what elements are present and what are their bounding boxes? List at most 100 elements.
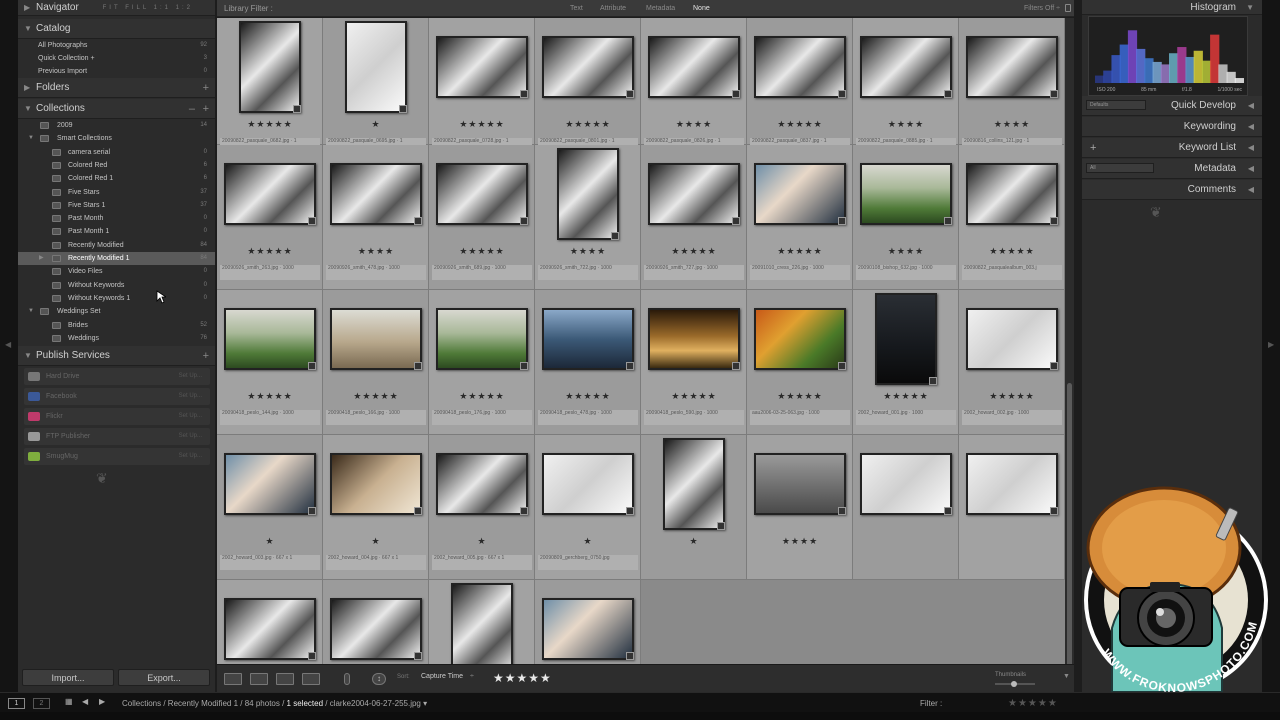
photo-thumbnail[interactable] [330, 163, 422, 225]
back-arrow-icon[interactable]: ◀ [82, 697, 88, 706]
photo-rating[interactable]: ★★★★★ [323, 391, 429, 402]
photo-thumbnail[interactable] [663, 438, 725, 530]
photo-cell[interactable]: ★ 2002_howard_004.jpg · 667 x 1 [323, 435, 429, 580]
photo-cell[interactable]: ★★★★★ 20090822_pasquale_0682.jpg · 1 [217, 18, 323, 145]
photo-thumbnail[interactable] [542, 308, 634, 370]
navigator-header[interactable]: ▶ Navigator FIT FILL 1:1 1:2 [18, 0, 215, 16]
photo-cell[interactable]: ★★★★★ 20090926_smith_689.jpg · 1000 [429, 145, 535, 290]
filmstrip-thumbnails[interactable] [0, 712, 1280, 720]
publish-service[interactable]: FTP Publisher Set Up... [24, 428, 210, 445]
source-breadcrumb[interactable]: Collections / Recently Modified 1 / 84 p… [122, 699, 427, 708]
compare-view-icon[interactable] [276, 673, 294, 685]
sort-dropdown-arrow-icon[interactable]: ÷ [470, 673, 474, 680]
photo-cell[interactable]: ★★★★★ 20090822_pasquale_0837.jpg · 1 [747, 18, 853, 145]
photo-rating[interactable]: ★★★★★ [853, 391, 959, 402]
publish-service[interactable]: Flickr Set Up... [24, 408, 210, 425]
collection-item[interactable]: Five Stars 1 37 [18, 199, 215, 212]
sort-direction-icon[interactable]: ↕ [372, 673, 386, 685]
photo-thumbnail[interactable] [330, 453, 422, 515]
photo-cell[interactable] [429, 580, 535, 664]
photo-thumbnail[interactable] [436, 36, 528, 98]
photo-thumbnail[interactable] [451, 583, 513, 664]
photo-thumbnail[interactable] [542, 453, 634, 515]
photo-rating[interactable]: ★★★★ [641, 119, 747, 130]
publish-service[interactable]: Facebook Set Up... [24, 388, 210, 405]
quick-develop-preset-dropdown[interactable]: Defaults [1086, 100, 1146, 110]
photo-thumbnail[interactable] [224, 308, 316, 370]
left-edge[interactable]: ◀ [0, 0, 18, 692]
publish-setup-link[interactable]: Set Up... [179, 428, 202, 445]
expand-right-icon[interactable]: ▶ [1268, 340, 1274, 349]
photo-cell[interactable]: ★★★★★ 20090418_peslo_144.jpg · 1000 [217, 290, 323, 435]
collection-item[interactable]: ▼ Smart Collections [18, 132, 215, 145]
collection-item[interactable]: Weddings 76 [18, 332, 215, 345]
photo-thumbnail[interactable] [966, 308, 1058, 370]
collection-item[interactable]: ▶ Recently Modified 1 84 [18, 252, 215, 265]
photo-cell[interactable]: ★★★★ 20090926_smith_722.jpg · 1000 [535, 145, 641, 290]
folders-header[interactable]: ▶ Folders + [18, 78, 215, 98]
collection-item[interactable]: Five Stars 37 [18, 186, 215, 199]
collection-item[interactable]: Past Month 0 [18, 212, 215, 225]
collection-item[interactable]: Without Keywords 1 0 [18, 292, 215, 305]
photo-cell[interactable]: ★ 2002_howard_003.jpg · 667 x 1 [217, 435, 323, 580]
photo-rating[interactable]: ★★★★★ [429, 119, 535, 130]
collapse-triangle-icon[interactable]: ▶ [39, 252, 44, 265]
photo-thumbnail[interactable] [648, 36, 740, 98]
photo-cell[interactable]: ★★★★★ 20090926_smith_263.jpg · 1000 [217, 145, 323, 290]
photo-rating[interactable]: ★★★★ [323, 246, 429, 257]
expand-triangle-icon[interactable]: ▼ [28, 132, 34, 145]
photo-thumbnail[interactable] [875, 293, 937, 385]
photo-cell[interactable]: ★★★★ [747, 435, 853, 580]
catalog-header[interactable]: ▼ Catalog [18, 19, 215, 39]
photo-cell[interactable]: ★ 20090809_gerchberg_0750.jpg [535, 435, 641, 580]
collection-item[interactable]: camera serial 0 [18, 146, 215, 159]
collection-item[interactable]: 2009 14 [18, 119, 215, 132]
photo-cell[interactable]: ★★★★★ 20090822_pasquale_0728.jpg · 1 [429, 18, 535, 145]
breadcrumb-dropdown-icon[interactable]: ▾ [423, 699, 427, 708]
photo-rating[interactable]: ★★★★★ [217, 119, 323, 130]
catalog-item[interactable]: All Photographs 92 [18, 39, 215, 52]
photo-cell[interactable] [217, 580, 323, 664]
navigator-zoom-options[interactable]: FIT FILL 1:1 1:2 [103, 0, 193, 16]
photo-thumbnail[interactable] [966, 453, 1058, 515]
photo-thumbnail[interactable] [436, 453, 528, 515]
toolbar-menu-arrow-icon[interactable]: ▼ [1063, 673, 1070, 680]
collection-item[interactable]: Without Keywords 0 [18, 279, 215, 292]
filter-tab-none[interactable]: None [693, 0, 710, 17]
publish-setup-link[interactable]: Set Up... [179, 388, 202, 405]
photo-cell[interactable]: ★★★★ 20090108_bishop_632.jpg · 1000 [853, 145, 959, 290]
photo-cell[interactable]: ★★★★ 20090822_pasquale_0885.jpg · 1 [853, 18, 959, 145]
primary-display-button[interactable]: 1 [8, 698, 25, 709]
photo-rating[interactable]: ★★★★ [747, 536, 853, 547]
photo-thumbnail[interactable] [224, 163, 316, 225]
secondary-display-button[interactable]: 2 [33, 698, 50, 709]
sort-value-dropdown[interactable]: Capture Time [421, 673, 463, 680]
photo-rating[interactable]: ★ [323, 536, 429, 547]
photo-cell[interactable]: ★★★★★ 20090418_peslo_478.jpg · 1000 [535, 290, 641, 435]
photo-rating[interactable]: ★★★★★ [535, 391, 641, 402]
photo-cell[interactable] [959, 435, 1065, 580]
comments-header[interactable]: Comments ◀ [1082, 180, 1262, 200]
photo-thumbnail[interactable] [557, 148, 619, 240]
photo-cell[interactable]: ★ [641, 435, 747, 580]
photo-cell[interactable]: ★★★★★ 2002_howard_002.jpg · 1000 [959, 290, 1065, 435]
loupe-view-icon[interactable] [250, 673, 268, 685]
photo-rating[interactable]: ★★★★★ [429, 246, 535, 257]
collection-item[interactable]: Colored Red 1 6 [18, 172, 215, 185]
photo-cell[interactable]: ★★★★★ 20090822_pasquale_0801.jpg · 1 [535, 18, 641, 145]
photo-cell[interactable]: ★★★★★ 20090822_pasqualealbum_003.j [959, 145, 1065, 290]
photo-cell[interactable]: ★★★★★ 20091010_cress_226.jpg · 1000 [747, 145, 853, 290]
photo-thumbnail[interactable] [330, 308, 422, 370]
publish-service[interactable]: SmugMug Set Up... [24, 448, 210, 465]
photo-thumbnail[interactable] [436, 163, 528, 225]
lock-icon[interactable] [1065, 4, 1071, 12]
export-button[interactable]: Export... [118, 669, 210, 686]
photo-rating[interactable]: ★ [535, 536, 641, 547]
photo-cell[interactable]: ★★★★ 20090926_smith_478.jpg · 1000 [323, 145, 429, 290]
photo-cell[interactable] [323, 580, 429, 664]
photo-thumbnail[interactable] [330, 598, 422, 660]
photo-thumbnail[interactable] [542, 598, 634, 660]
photo-rating[interactable]: ★ [217, 536, 323, 547]
collection-item[interactable]: Past Month 1 0 [18, 225, 215, 238]
photo-thumbnail[interactable] [754, 36, 846, 98]
